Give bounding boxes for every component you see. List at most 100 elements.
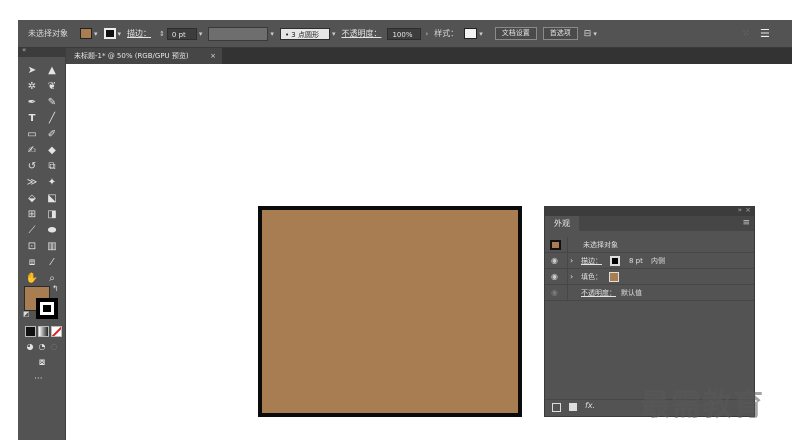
style-swatch[interactable] — [464, 28, 478, 39]
curvature-tool-icon[interactable]: ✎ — [45, 96, 59, 109]
row-gutter: ◉ — [545, 285, 568, 301]
appearance-opacity-row[interactable]: ◉ 不透明度： 默认值 — [545, 285, 754, 301]
chevron-down-icon[interactable]: ▾ — [332, 30, 336, 38]
chevron-right-icon[interactable]: › — [570, 269, 573, 285]
stroke-swatch[interactable] — [103, 28, 116, 39]
add-fill-icon[interactable] — [569, 403, 577, 411]
puppet-warp-tool-icon[interactable]: ✦ — [45, 176, 59, 189]
fill-swatch[interactable] — [80, 28, 92, 39]
mesh-tool-icon[interactable]: ⊞ — [25, 208, 39, 221]
eraser-tool-icon[interactable]: ◆ — [45, 144, 59, 157]
chevron-down-icon[interactable]: ▾ — [479, 30, 483, 38]
gradient-mode-icon[interactable] — [38, 326, 49, 337]
graphic-style-picker[interactable]: ▾ — [464, 28, 483, 39]
collapse-icon[interactable]: » — [738, 206, 742, 214]
chevron-down-icon[interactable]: ▾ — [270, 30, 274, 38]
tab-appearance[interactable]: 外观 — [545, 216, 579, 231]
visibility-eye-icon[interactable]: ◉ — [551, 253, 558, 269]
close-icon[interactable]: × — [745, 206, 751, 214]
lasso-tool-icon[interactable]: ❦ — [45, 80, 59, 93]
chevron-down-icon[interactable]: ▾ — [94, 30, 98, 38]
color-mode-icon[interactable] — [25, 326, 36, 337]
object-label: 未选择对象 — [583, 241, 618, 249]
line-tool-icon[interactable]: ╱ — [45, 112, 59, 125]
document-setup-button[interactable]: 文档设置 — [494, 27, 537, 40]
fill-color-picker[interactable]: ▾ — [80, 28, 98, 39]
collapse-icon[interactable]: « — [22, 46, 26, 54]
swap-colors-icon[interactable]: ↰ — [52, 284, 59, 293]
document-tab-title: 未标题-1* @ 50% (RGB/GPU 预览) — [74, 52, 189, 60]
control-bar: 未选择对象 ▾ ▾ 描边： ⇕ 0 pt ▾ ▾ • 3 点圆形 ▾ 不透明度：… — [18, 20, 792, 48]
appearance-fill-row[interactable]: ◉ › 填色： — [545, 269, 754, 285]
close-icon[interactable]: × — [210, 48, 216, 64]
selection-tool-icon[interactable]: ➤ — [25, 64, 39, 77]
chevron-down-icon[interactable]: ▾ — [199, 30, 203, 38]
stroke-color-box[interactable] — [36, 298, 58, 319]
stroke-weight-value[interactable]: 8 pt — [629, 253, 643, 269]
selection-label: 未选择对象 — [28, 29, 68, 38]
chevron-right-icon[interactable]: › — [570, 253, 573, 269]
eyedropper-tool-icon[interactable]: ⟋ — [25, 224, 39, 237]
stroke-label[interactable]: 描边： — [581, 253, 602, 269]
preferences-button[interactable]: 首选项 — [542, 27, 578, 40]
fill-swatch[interactable] — [609, 272, 619, 282]
blend-tool-icon[interactable]: ⬬ — [45, 224, 59, 237]
arrange-documents-icon[interactable]: ⊟ ▾ — [584, 29, 597, 39]
add-effect-icon[interactable]: fx. — [585, 401, 595, 410]
add-stroke-icon[interactable] — [552, 403, 561, 412]
rectangle-tool-icon[interactable]: ▭ — [25, 128, 39, 141]
symbol-sprayer-tool-icon[interactable]: ⊡ — [25, 240, 39, 253]
shape-builder-tool-icon[interactable]: ⬙ — [25, 192, 39, 205]
opacity-label[interactable]: 不透明度： — [581, 285, 616, 301]
visibility-eye-icon[interactable]: ◉ — [551, 285, 558, 301]
slice-tool-icon[interactable]: ⁄ — [45, 256, 59, 269]
hand-tool-icon[interactable]: ✋ — [25, 272, 39, 285]
scale-tool-icon[interactable]: ⧉ — [45, 160, 59, 173]
perspective-grid-tool-icon[interactable]: ⬕ — [45, 192, 59, 205]
row-gutter: ◉ — [545, 253, 568, 269]
magic-wand-tool-icon[interactable]: ✲ — [25, 80, 39, 93]
shaper-tool-icon[interactable]: ✍ — [25, 144, 39, 157]
panel-header[interactable]: » × — [545, 206, 754, 216]
type-tool-icon[interactable]: T — [25, 112, 39, 125]
chevron-down-icon[interactable]: ▾ — [118, 30, 122, 38]
draw-inside-icon[interactable]: ◌ — [47, 340, 61, 353]
variable-width-profile[interactable]: ▾ — [208, 26, 274, 41]
visibility-eye-icon[interactable]: ◉ — [551, 269, 558, 285]
opacity-input[interactable]: 100% — [387, 27, 422, 40]
width-tool-icon[interactable]: ≫ — [25, 176, 39, 189]
brush-definition[interactable]: • 3 点圆形 ▾ — [279, 27, 336, 40]
brush-preset-field[interactable]: • 3 点圆形 — [279, 27, 330, 40]
screen-mode-icon[interactable]: ⧇ — [35, 356, 49, 369]
paintbrush-tool-icon[interactable]: ✐ — [45, 128, 59, 141]
appearance-stroke-row[interactable]: ◉ › 描边： 8 pt 内侧 — [545, 253, 754, 269]
width-profile-field[interactable] — [208, 26, 269, 41]
gradient-tool-icon[interactable]: ◨ — [45, 208, 59, 221]
stroke-color-picker[interactable]: ▾ — [103, 28, 122, 39]
panel-menu-icon[interactable]: ☰ — [760, 27, 770, 40]
toolbar-header[interactable]: « — [18, 46, 66, 57]
style-label: 样式： — [434, 29, 459, 38]
column-graph-tool-icon[interactable]: ▥ — [45, 240, 59, 253]
none-mode-icon[interactable] — [51, 326, 62, 337]
stroke-label[interactable]: 描边： — [127, 28, 151, 39]
chevron-right-icon[interactable]: › — [425, 30, 428, 38]
artboard-tool-icon[interactable]: ⧈ — [25, 256, 39, 269]
opacity-label[interactable]: 不透明度： — [341, 28, 381, 39]
edit-toolbar-icon[interactable]: ··· — [34, 374, 43, 384]
grid-icon[interactable]: ⁙ — [742, 29, 750, 39]
default-colors-icon[interactable]: ◩ — [23, 310, 30, 318]
stroke-swatch[interactable] — [610, 256, 620, 266]
document-tab[interactable]: 未标题-1* @ 50% (RGB/GPU 预览) × — [66, 48, 222, 64]
rectangle-object[interactable] — [258, 206, 522, 417]
stroke-weight-input[interactable]: 0 pt — [166, 27, 197, 40]
panel-menu-icon[interactable]: ≡ — [742, 218, 750, 228]
direct-selection-tool-icon[interactable]: ▲ — [45, 64, 59, 77]
pen-tool-icon[interactable]: ✒ — [25, 96, 39, 109]
rotate-tool-icon[interactable]: ↺ — [25, 160, 39, 173]
watermark: 最需教育 — [640, 388, 764, 423]
stroke-weight-control[interactable]: ⇕ 0 pt ▾ — [157, 27, 203, 40]
stepper-icon[interactable]: ⇕ — [159, 30, 165, 38]
opacity-control[interactable]: 100% › — [387, 27, 428, 40]
appearance-object-row[interactable]: 未选择对象 — [545, 237, 754, 253]
